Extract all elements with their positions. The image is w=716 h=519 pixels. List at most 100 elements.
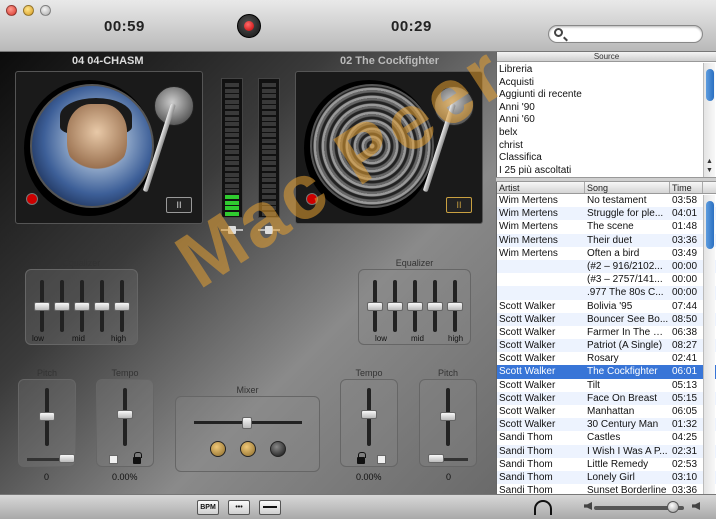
slider-thumb[interactable] (447, 302, 463, 311)
right-record-artwork[interactable] (310, 84, 434, 208)
right-eq-band-4[interactable] (427, 280, 443, 332)
track-row[interactable]: Scott Walker Tilt 05:13 (497, 379, 716, 392)
track-row[interactable]: .977 The 80s C... 00:00 (497, 286, 716, 300)
slider-thumb[interactable] (367, 302, 383, 311)
track-row[interactable]: Sandi Thom Little Remedy 02:53 (497, 458, 716, 471)
toolbar: 00:59 00:29 (0, 0, 716, 52)
left-eq-band-1[interactable] (34, 280, 50, 332)
mixer-knob-left[interactable] (210, 441, 226, 457)
right-gain-slider[interactable] (258, 226, 280, 234)
scroll-thumb[interactable] (706, 69, 714, 101)
left-pitch-slider[interactable] (39, 388, 55, 446)
right-eq-band-5[interactable] (447, 280, 463, 332)
source-item[interactable]: belx (497, 127, 703, 140)
left-eq-band-3[interactable] (74, 280, 90, 332)
track-row[interactable]: Scott Walker Bolivia '95 07:44 (497, 300, 716, 313)
source-item[interactable]: christ (497, 140, 703, 153)
tracks-scrollbar[interactable] (703, 195, 715, 494)
slider-thumb[interactable] (34, 302, 50, 311)
slider-thumb[interactable] (74, 302, 90, 311)
left-record-artwork[interactable] (30, 84, 154, 208)
source-item[interactable]: Aggiunti di recente (497, 89, 703, 102)
vu-segment (225, 161, 239, 166)
slider-thumb[interactable] (407, 302, 423, 311)
source-item[interactable]: Classifica (497, 152, 703, 165)
zoom-window-button[interactable] (40, 5, 51, 16)
right-eq-band-1[interactable] (367, 280, 383, 332)
slider-thumb[interactable] (427, 302, 443, 311)
crossfader-thumb[interactable] (242, 417, 252, 429)
source-item[interactable]: Acquisti (497, 77, 703, 90)
left-gain-slider[interactable] (221, 226, 243, 234)
record-button[interactable] (237, 14, 261, 38)
track-row[interactable]: Scott Walker 30 Century Man 01:32 (497, 418, 716, 432)
track-row[interactable]: Wim Mertens No testament 03:58 (497, 194, 716, 207)
track-row[interactable]: Wim Mertens Struggle for ple... 04:01 (497, 207, 716, 221)
scroll-thumb[interactable] (706, 201, 714, 249)
right-turntable[interactable]: II (295, 71, 483, 224)
left-eq-band-5[interactable] (114, 280, 130, 332)
left-tempo-sync-checkbox[interactable] (109, 455, 118, 464)
mixer-knob-right[interactable] (270, 441, 286, 457)
track-row[interactable]: Wim Mertens The scene 01:48 (497, 220, 716, 233)
minimize-window-button[interactable] (23, 5, 34, 16)
track-row[interactable]: Sandi Thom Lonely Girl 03:10 (497, 470, 716, 485)
left-turntable[interactable]: II (15, 71, 203, 224)
left-pause-button[interactable]: II (166, 197, 192, 213)
right-tempo-sync-checkbox[interactable] (377, 455, 386, 464)
left-eq-band-4[interactable] (94, 280, 110, 332)
slider-thumb[interactable] (114, 302, 130, 311)
track-row[interactable]: Sandi Thom Sunset Borderline 03:36 (497, 484, 716, 494)
track-row[interactable]: Scott Walker Manhattan 06:05 (497, 405, 716, 418)
track-row[interactable]: (#3 – 2757/141... 00:00 (497, 273, 716, 286)
track-row[interactable]: Wim Mertens Often a bird 03:49 (497, 247, 716, 260)
source-item[interactable]: I 25 più ascoltati (497, 165, 703, 178)
left-eq-band-2[interactable] (54, 280, 70, 332)
track-row[interactable]: Sandi Thom Castles 04:25 (497, 431, 716, 444)
lock-icon[interactable] (133, 452, 142, 464)
slider-thumb[interactable] (117, 410, 133, 419)
right-eq-band-3[interactable] (407, 280, 423, 332)
slider-thumb[interactable] (54, 302, 70, 311)
crossfade-button[interactable] (259, 500, 281, 515)
slider-thumb[interactable] (94, 302, 110, 311)
slider-thumb[interactable] (39, 412, 55, 421)
more-options-button[interactable]: ••• (228, 500, 250, 515)
slider-thumb[interactable] (440, 412, 456, 421)
search-field[interactable] (548, 25, 703, 43)
track-row[interactable]: Scott Walker Patriot (A Single) 08:27 (497, 339, 716, 353)
track-row[interactable]: (#2 – 916/2102... 00:00 (497, 259, 716, 274)
right-pause-button[interactable]: II (446, 197, 472, 213)
column-header-time[interactable]: Time (670, 182, 703, 193)
scroll-up-arrow-icon[interactable]: ▲ (706, 158, 713, 165)
column-header-artist[interactable]: Artist (497, 182, 585, 193)
column-header-song[interactable]: Song (585, 182, 670, 193)
source-item[interactable]: Libreria (497, 64, 703, 77)
track-row[interactable]: Wim Mertens Their duet 03:36 (497, 233, 716, 247)
lock-icon[interactable] (357, 452, 366, 464)
search-input[interactable] (567, 27, 697, 41)
volume-thumb[interactable] (667, 501, 680, 513)
scroll-down-arrow-icon[interactable]: ▼ (706, 167, 713, 174)
track-row[interactable]: Scott Walker The Cockfighter 06:01 (497, 365, 716, 379)
slider-thumb[interactable] (387, 302, 403, 311)
right-tempo-slider[interactable] (361, 388, 377, 446)
right-pitch-slider[interactable] (440, 388, 456, 446)
track-row[interactable]: Scott Walker Rosary 02:41 (497, 352, 716, 365)
source-scrollbar[interactable]: ▲ ▼ (703, 63, 715, 177)
close-window-button[interactable] (6, 5, 17, 16)
right-eq-band-2[interactable] (387, 280, 403, 332)
left-pitch-fine-thumb[interactable] (59, 454, 75, 463)
slider-thumb[interactable] (361, 410, 377, 419)
track-row[interactable]: Scott Walker Face On Breast 05:15 (497, 391, 716, 405)
headphones-icon[interactable] (534, 500, 552, 515)
bpm-button[interactable]: BPM (197, 500, 219, 515)
track-row[interactable]: Sandi Thom I Wish I Was A P... 02:31 (497, 444, 716, 458)
source-item[interactable]: Anni '90 (497, 102, 703, 115)
right-pitch-fine-thumb[interactable] (428, 454, 444, 463)
track-row[interactable]: Scott Walker Bouncer See Bo... 08:50 (497, 312, 716, 326)
track-row[interactable]: Scott Walker Farmer In The City 06:38 (497, 326, 716, 339)
source-item[interactable]: Anni '60 (497, 114, 703, 127)
mixer-knob-center[interactable] (240, 441, 256, 457)
left-tempo-slider[interactable] (117, 388, 133, 446)
